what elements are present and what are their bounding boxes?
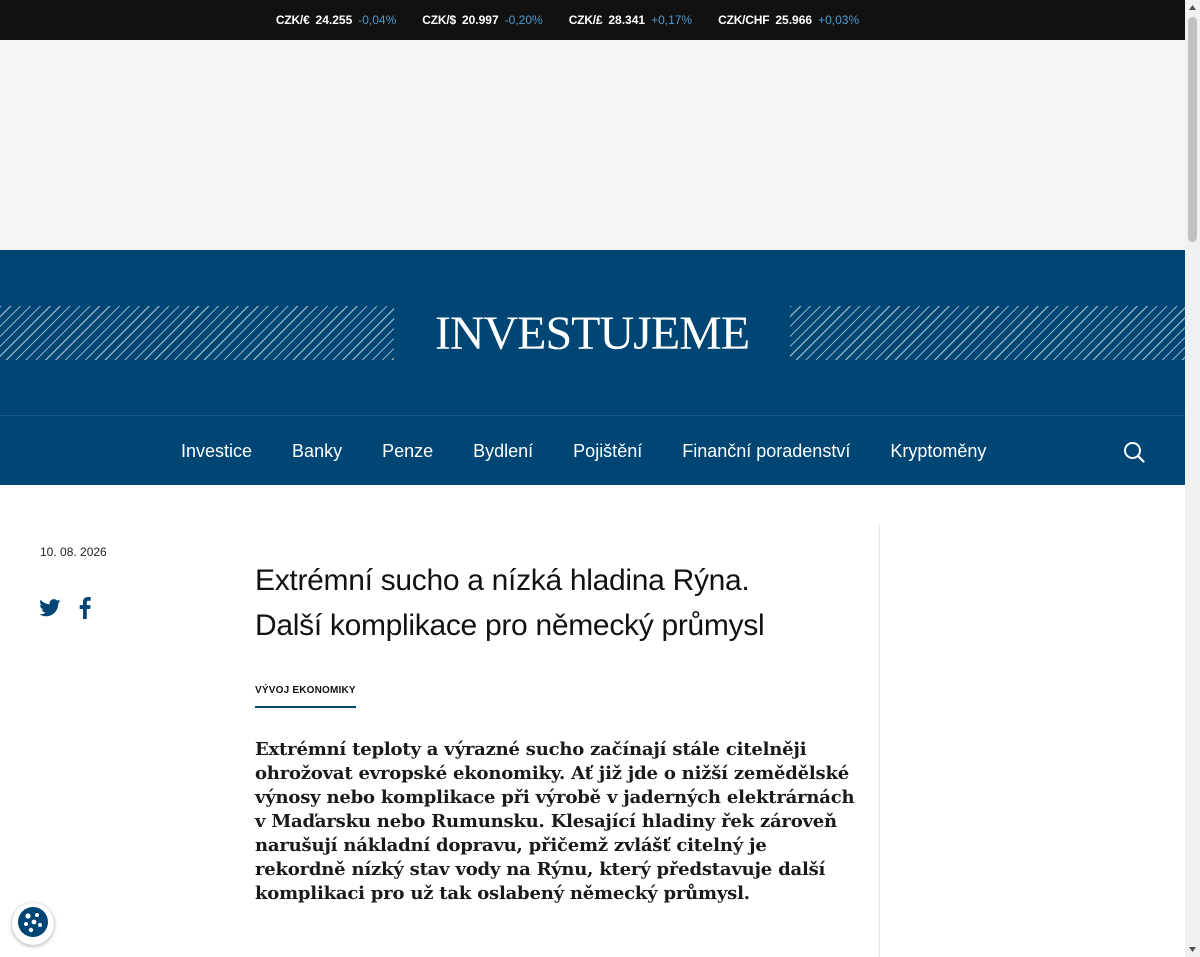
ticker-item[interactable]: CZK/$ 20.997 -0,20% — [422, 13, 542, 27]
article-perex: Extrémní teploty a výrazné sucho začínaj… — [255, 739, 855, 904]
ticker-pair: CZK/€ — [275, 13, 310, 27]
nav-item-kryptomeny[interactable]: Kryptoměny — [890, 441, 986, 462]
article-date: 10. 08. 2026 — [40, 545, 107, 559]
currency-ticker: CZK/€ 24.255 -0,04% CZK/$ 20.997 -0,20% … — [0, 0, 1185, 40]
share-buttons — [39, 597, 91, 624]
main-navigation: Investice Banky Penze Bydlení Pojištění … — [0, 415, 1185, 485]
ticker-pair: CZK/£ — [568, 13, 603, 27]
cookie-settings-button[interactable] — [12, 903, 54, 945]
nav-item-bydleni[interactable]: Bydlení — [473, 441, 533, 462]
cookie-icon — [16, 905, 50, 944]
ticker-value: 28.341 — [608, 13, 646, 27]
nav-item-financni-poradenstvi[interactable]: Finanční poradenství — [682, 441, 850, 462]
ticker-change: -0,20% — [504, 13, 543, 27]
ticker-value: 24.255 — [315, 13, 353, 27]
scroll-thumb[interactable] — [1188, 17, 1197, 242]
site-logo[interactable]: INVESTUJEME — [394, 306, 790, 360]
ticker-change: +0,03% — [818, 13, 860, 27]
ticker-change: +0,17% — [651, 13, 693, 27]
decorative-stripes-right — [790, 306, 1185, 360]
scroll-up-arrow-icon[interactable] — [1185, 0, 1200, 15]
ticker-item[interactable]: CZK/€ 24.255 -0,04% — [276, 13, 396, 27]
article-title-line: Další komplikace pro německý průmysl — [255, 609, 765, 642]
article-title-line: Extrémní sucho a nízká hladina Rýna. — [255, 564, 750, 597]
ticker-item[interactable]: CZK/CHF 25.966 +0,03% — [718, 13, 859, 27]
facebook-icon[interactable] — [79, 597, 91, 624]
nav-item-pojisteni[interactable]: Pojištění — [573, 441, 642, 462]
search-icon[interactable] — [1122, 440, 1146, 464]
ticker-item[interactable]: CZK/£ 28.341 +0,17% — [569, 13, 692, 27]
nav-item-penze[interactable]: Penze — [382, 441, 433, 462]
nav-item-banky[interactable]: Banky — [292, 441, 342, 462]
ticker-pair: CZK/$ — [422, 13, 456, 27]
twitter-icon[interactable] — [39, 599, 61, 622]
ticker-value: 20.997 — [461, 13, 499, 27]
category-link[interactable]: VÝVOJ EKONOMIKY — [255, 685, 356, 708]
ad-banner-area — [0, 40, 1185, 250]
decorative-stripes-left — [0, 306, 394, 360]
ticker-change: -0,04% — [358, 13, 397, 27]
ticker-value: 25.966 — [775, 13, 813, 27]
sidebar-divider — [879, 525, 880, 957]
nav-item-investice[interactable]: Investice — [181, 441, 252, 462]
ticker-pair: CZK/CHF — [718, 13, 770, 27]
page-scrollbar[interactable] — [1185, 0, 1200, 957]
article-title: Extrémní sucho a nízká hladina Rýna. Dal… — [255, 558, 855, 648]
scroll-down-arrow-icon[interactable] — [1185, 942, 1200, 957]
